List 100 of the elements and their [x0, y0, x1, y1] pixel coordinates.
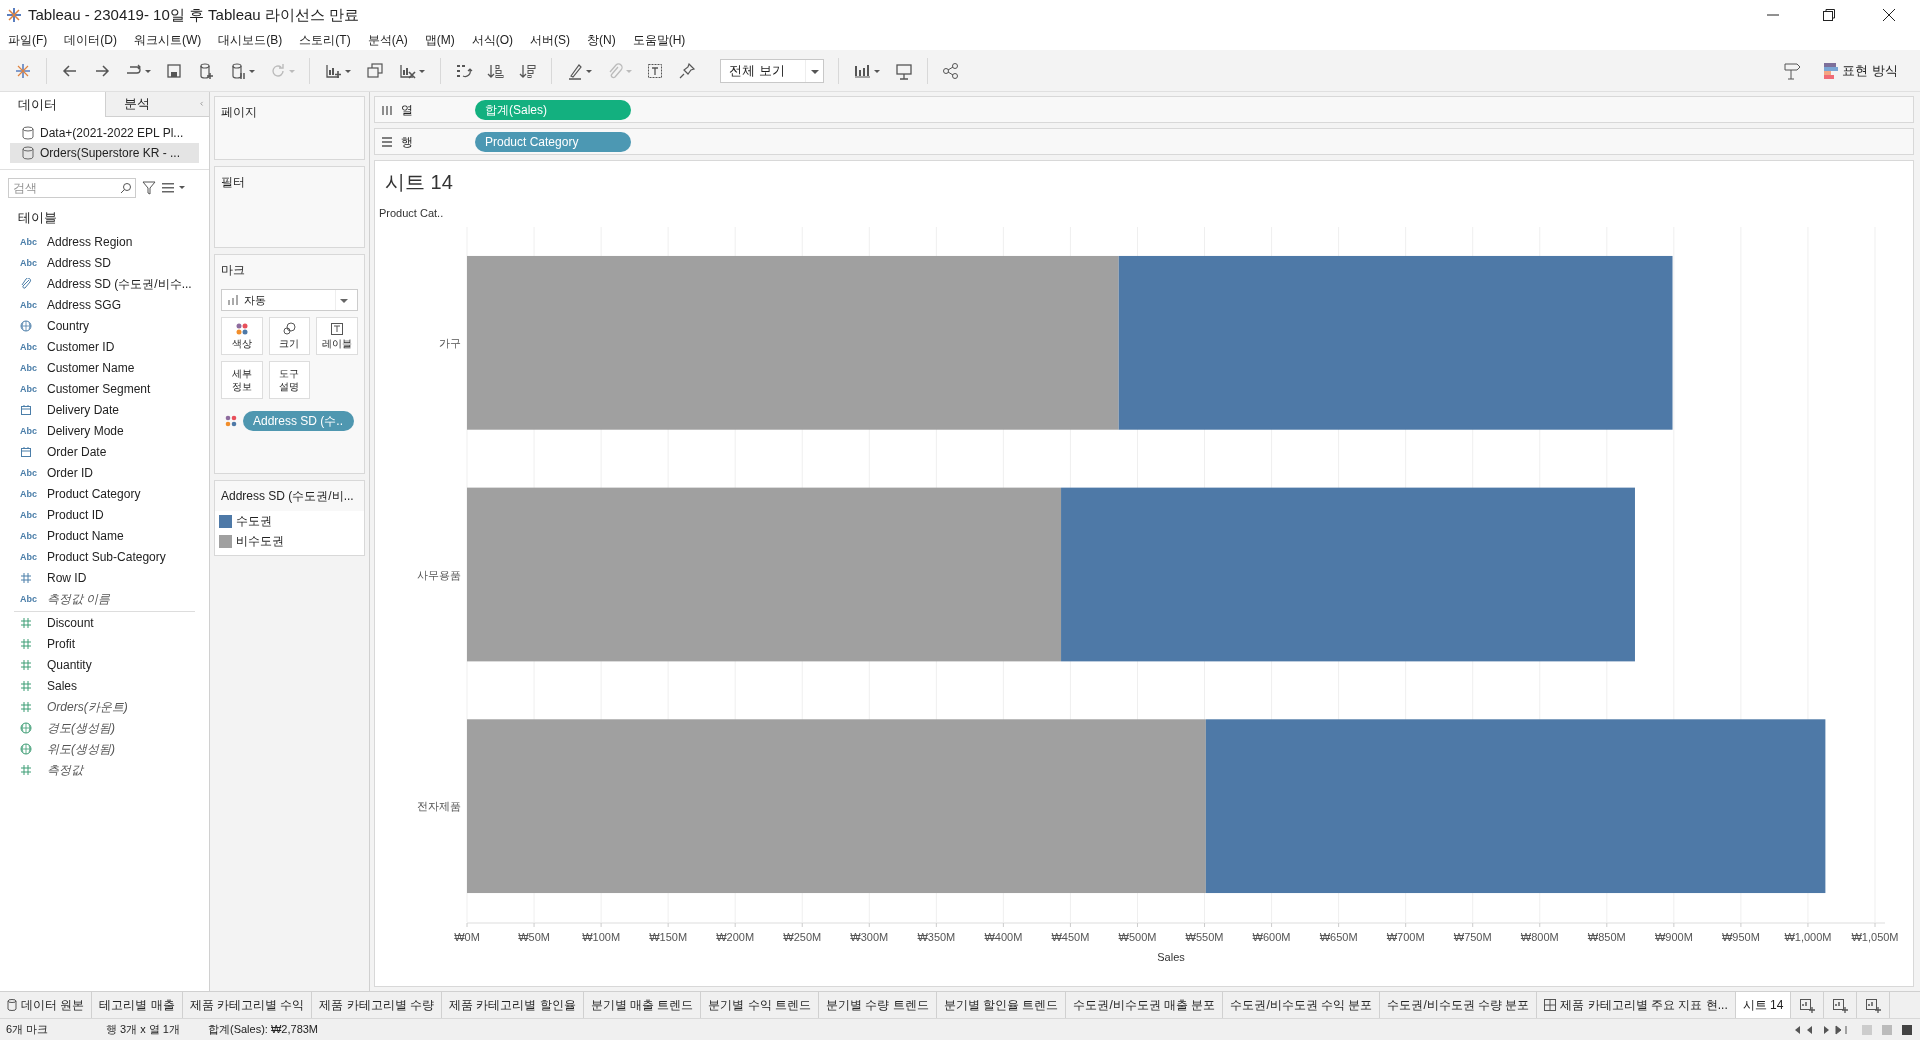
pane-tab[interactable]: 분석 [105, 92, 199, 117]
pin-icon[interactable] [678, 61, 696, 80]
menu-item[interactable]: 파일(F) [8, 31, 48, 49]
field-item[interactable]: Delivery Mode [47, 422, 124, 440]
field-item[interactable]: Product Category [47, 485, 141, 503]
type-label: Abc [20, 531, 37, 541]
hash-icon [20, 680, 32, 692]
tick-label: ₩450M [1051, 931, 1090, 943]
field-item[interactable]: Address SGG [47, 296, 122, 314]
datasource-item[interactable]: Orders(Superstore KR - ... [10, 143, 199, 163]
type-label: Abc [20, 300, 37, 310]
marks-color-button[interactable]: 색상 [221, 317, 263, 355]
list-view-icon[interactable] [162, 182, 186, 194]
text-label-icon[interactable] [646, 61, 664, 80]
circles-icon [283, 322, 296, 335]
tick-label: ₩400M [984, 931, 1023, 943]
field-item[interactable]: Product Name [47, 527, 124, 545]
menu-item[interactable]: 창(N) [587, 31, 616, 49]
duplicate-sheet-icon[interactable] [366, 61, 384, 80]
color-dots-icon [225, 415, 237, 427]
close-icon[interactable] [1882, 8, 1896, 22]
category-label: 가구 [439, 336, 461, 349]
type-label: Abc [20, 489, 37, 499]
field-item[interactable]: Row ID [47, 569, 87, 587]
hash-icon [20, 638, 32, 650]
mark-type-dropdown[interactable]: 자동 [221, 289, 358, 311]
field-item[interactable]: Customer ID [47, 338, 115, 356]
bar-chart-icon [228, 295, 238, 305]
field-item[interactable]: Discount [47, 614, 94, 632]
legend-title: Address SD (수도권/비... [215, 481, 364, 511]
field-item[interactable]: 측정값 이름 [47, 590, 111, 608]
menu-item[interactable]: 대시보드(B) [218, 31, 283, 49]
new-dashboard-icon[interactable] [1832, 997, 1849, 1013]
field-item[interactable]: Order ID [47, 464, 93, 482]
menu-item[interactable]: 스토리(T) [299, 31, 351, 49]
card-title: 필터 [220, 174, 246, 191]
presentation-icon[interactable] [895, 61, 913, 80]
signpost-icon[interactable] [1782, 60, 1803, 81]
globe-icon [20, 743, 32, 755]
filter-icon[interactable] [142, 181, 156, 195]
datasource-item[interactable]: Data+(2021-2022 EPL Pl... [10, 123, 199, 143]
field-item[interactable]: Address SD [47, 254, 112, 272]
tick-label: ₩1,000M [1784, 931, 1832, 943]
window-title: Tableau - 230419- 10일 후 Tableau 라이선스 만료 [28, 4, 359, 25]
menu-item[interactable]: 서버(S) [530, 31, 570, 49]
marks-size-button[interactable]: 크기 [268, 317, 311, 355]
tick-label: ₩150M [649, 931, 688, 943]
type-label: Abc [20, 342, 37, 352]
new-datasource-icon[interactable] [197, 61, 215, 80]
database-icon [22, 126, 34, 140]
save-icon[interactable] [165, 61, 183, 80]
field-item[interactable]: Profit [47, 635, 75, 653]
restore-icon[interactable] [1822, 8, 1836, 22]
field-item[interactable]: Country [47, 317, 90, 335]
field-item[interactable]: 위도(생성됨) [47, 740, 115, 758]
pause-datasource-icon[interactable] [229, 61, 255, 80]
type-label: Abc [20, 363, 37, 373]
field-item[interactable]: Orders(카운트) [47, 698, 128, 716]
type-label: Abc [20, 426, 37, 436]
field-item[interactable]: Product ID [47, 506, 104, 524]
legend-label: 수도권 [236, 513, 272, 530]
sheet-tab[interactable]: 시트 14 [1735, 992, 1792, 1018]
field-item[interactable]: Product Sub-Category [47, 548, 166, 566]
calendar-icon [20, 404, 32, 416]
type-label: Abc [20, 594, 37, 604]
calendar-icon [20, 446, 32, 458]
field-item[interactable]: Delivery Date [47, 401, 120, 419]
tick-label: ₩1,050M [1851, 931, 1899, 943]
category-label: 사무용품 [417, 568, 461, 581]
axis-title: Sales [1157, 951, 1185, 963]
field-item[interactable]: Quantity [47, 656, 92, 674]
new-worksheet-icon[interactable] [1799, 997, 1816, 1013]
type-label: Abc [20, 468, 37, 478]
fit-dropdown[interactable]: 전체 보기 [720, 58, 824, 83]
tick-label: ₩250M [783, 931, 822, 943]
field-item[interactable]: Customer Name [47, 359, 135, 377]
show-me-button[interactable]: 표현 방식 [1824, 60, 1898, 81]
marks-detail-button[interactable]: 세부 정보 [221, 361, 263, 399]
marks-tooltip-button[interactable]: 도구 설명 [268, 361, 311, 399]
menu-item[interactable]: 워크시트(W) [134, 31, 202, 49]
menu-item[interactable]: 도움말(H) [632, 31, 686, 49]
view-mode-icon[interactable] [1862, 1023, 1914, 1036]
field-item[interactable]: 경도(생성됨) [47, 719, 115, 737]
menu-item[interactable]: 맵(M) [424, 31, 455, 49]
search-field[interactable]: 검색 [8, 178, 136, 198]
share-icon[interactable] [942, 61, 960, 80]
menu-item[interactable]: 분석(A) [367, 31, 408, 49]
field-item[interactable]: 측정값 [47, 761, 83, 779]
field-item[interactable]: Customer Segment [47, 380, 151, 398]
legend-label: 비수도권 [236, 533, 284, 550]
menu-item[interactable]: 데이터(D) [64, 31, 117, 49]
field-item[interactable]: Sales [47, 677, 78, 695]
menu-item[interactable]: 서식(O) [471, 31, 513, 49]
field-item[interactable]: Order Date [47, 443, 107, 461]
marks-label-button[interactable]: 레이블 [316, 317, 358, 355]
hash-icon [20, 617, 32, 629]
field-item[interactable]: Address SD (수도권/비수... [47, 275, 192, 293]
field-item[interactable]: Address Region [47, 233, 133, 251]
new-story-icon[interactable] [1865, 997, 1882, 1013]
database-icon [22, 146, 34, 160]
